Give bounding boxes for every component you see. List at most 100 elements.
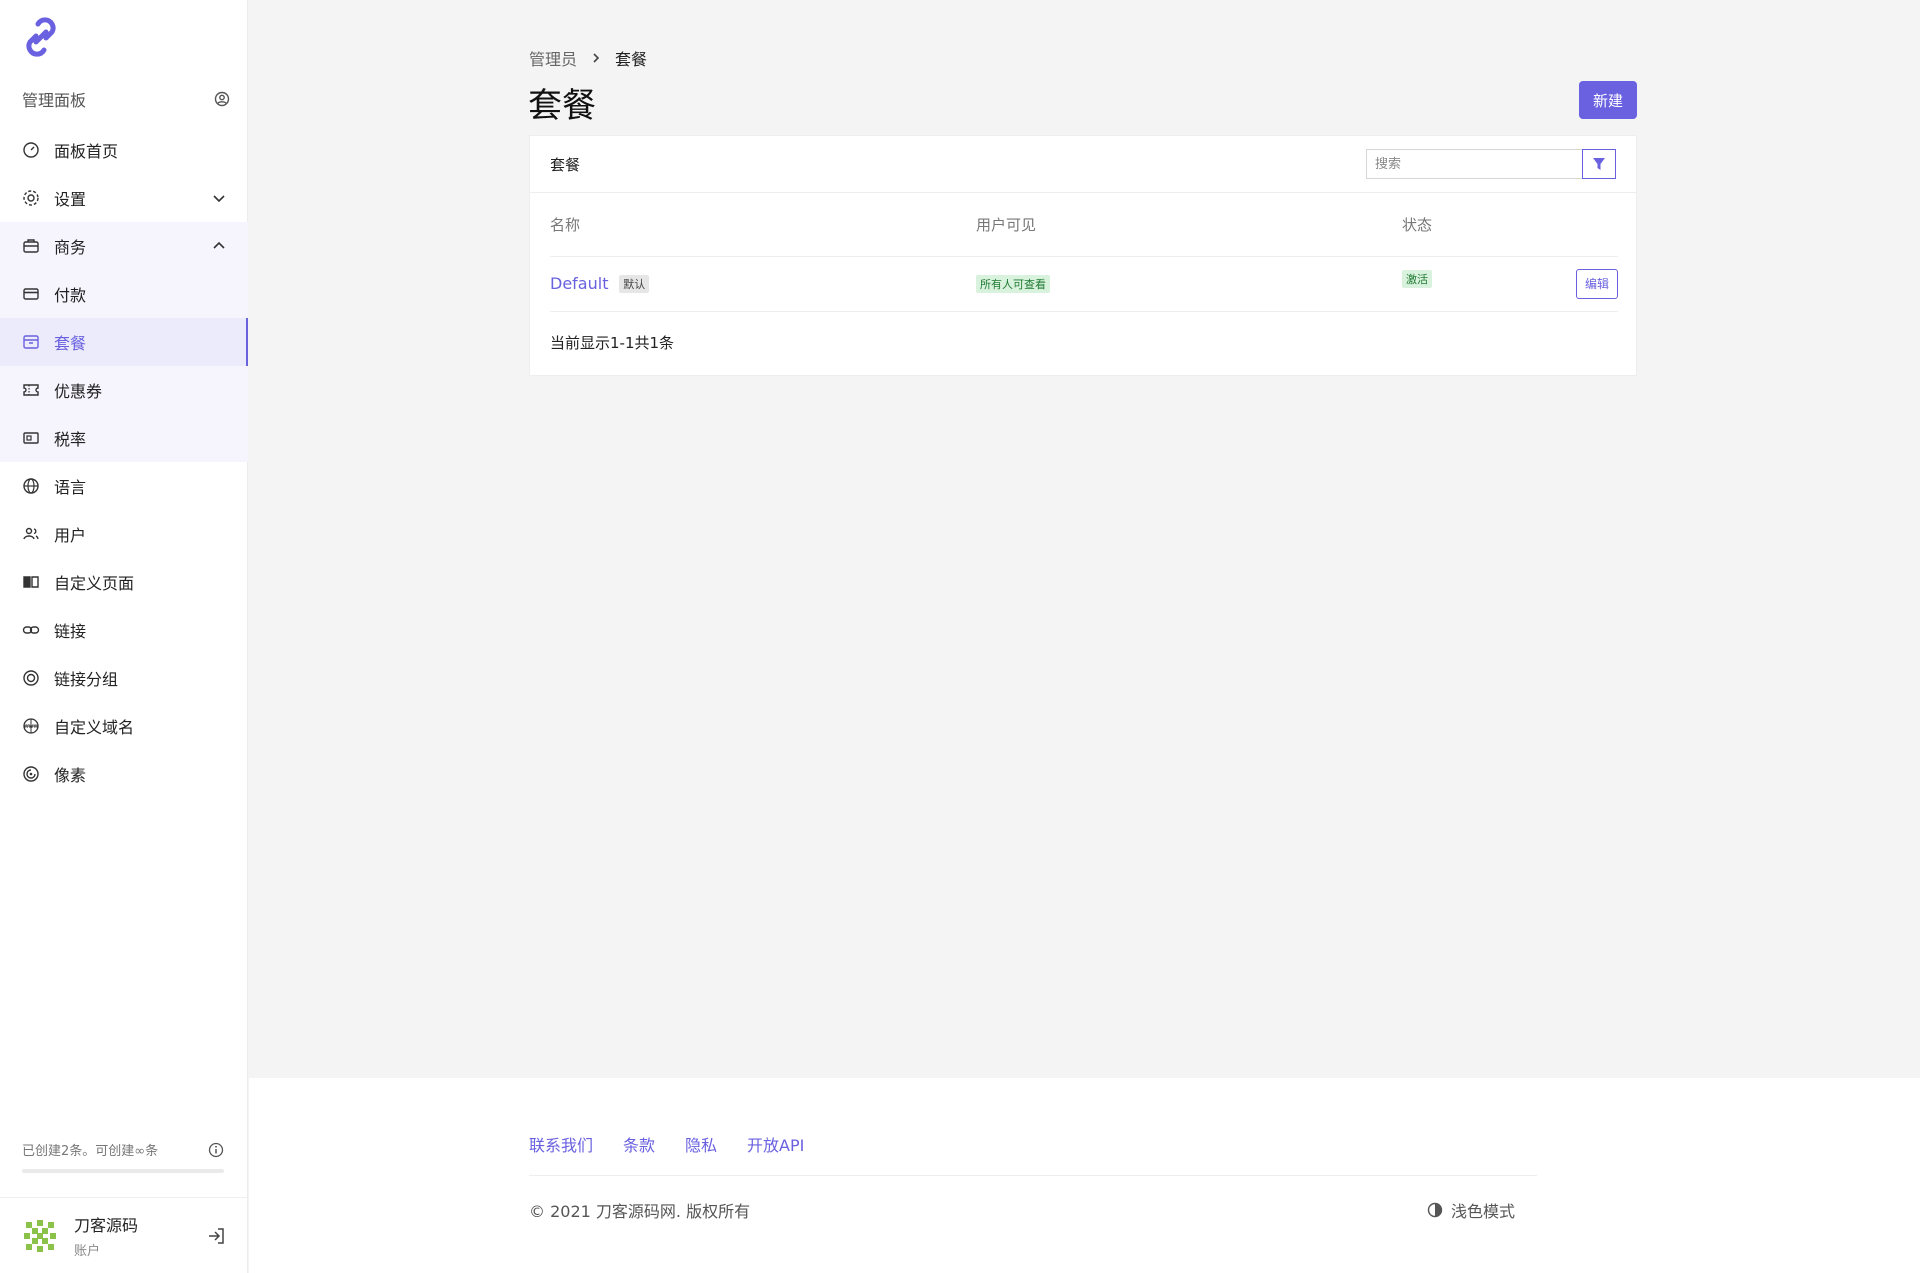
table-header-row: 名称 用户可见 状态 [550,193,1618,257]
sidebar-item-label: 税率 [54,430,87,449]
sidebar-item-link-groups[interactable]: 链接分组 [0,654,248,702]
target-icon [22,669,40,687]
footer-link-privacy[interactable]: 隐私 [685,1132,717,1156]
chevron-right-icon [591,52,601,64]
filter-icon [1593,158,1605,170]
user-name: 刀客源码 [74,1216,139,1235]
sidebar-item-label: 自定义页面 [54,574,135,593]
footer-link-contact[interactable]: 联系我们 [529,1132,593,1156]
breadcrumb-root-link[interactable]: 管理员 [529,46,577,70]
breadcrumb: 管理员 套餐 [529,46,647,70]
sidebar-item-settings[interactable]: 设置 [0,174,248,222]
dashboard-icon [22,141,40,159]
user-circle-icon[interactable] [214,91,230,107]
search-box [1366,149,1616,179]
filter-button[interactable] [1582,149,1616,179]
quota-text: 已创建2条。可创建∞条 [22,1144,159,1159]
search-input[interactable] [1366,149,1582,179]
user-account[interactable]: 刀客源码 账户 [0,1197,248,1273]
domain-icon: WWW [22,717,40,735]
card-header: 套餐 [530,136,1636,193]
user-role: 账户 [74,1244,101,1259]
link-quota: 已创建2条。可创建∞条 [22,1140,224,1173]
copyright: © 2021 刀客源码网. 版权所有 [529,1202,751,1221]
sidebar-item-label: 付款 [54,286,87,305]
logout-icon[interactable] [206,1226,226,1246]
gear-icon [22,189,40,207]
credit-card-icon [22,285,40,303]
sidebar: 管理面板 面板首页 设置 商务 付款 套餐 优惠券 税率 语言 用户 自定义页面… [0,0,248,1273]
sidebar-item-payments[interactable]: 付款 [0,270,248,318]
plan-name-cell: Default 默认 [550,256,976,312]
plans-table: 名称 用户可见 状态 Default 默认 所有人可查看 激活 编辑 [550,193,1618,312]
sidebar-item-label: 语言 [54,478,87,497]
sidebar-item-label: 链接 [54,622,87,641]
ticket-icon [22,381,40,399]
sidebar-item-users[interactable]: 用户 [0,510,248,558]
default-badge: 默认 [619,275,650,294]
globe-icon [22,477,40,495]
sidebar-item-languages[interactable]: 语言 [0,462,248,510]
sidebar-item-label: 链接分组 [54,670,119,689]
sidebar-nav: 面板首页 设置 商务 付款 套餐 优惠券 税率 语言 用户 自定义页面 链接 链… [0,126,248,798]
package-icon [22,333,40,351]
sidebar-item-custom-domains[interactable]: WWW 自定义域名 [0,702,248,750]
info-icon[interactable] [208,1142,224,1158]
breadcrumb-current: 套餐 [615,50,648,69]
logo-icon[interactable] [18,14,64,60]
footer: 联系我们 条款 隐私 开放API © 2021 刀客源码网. 版权所有 浅色模式 [249,1078,1920,1273]
sidebar-item-plans[interactable]: 套餐 [0,318,248,366]
column-header-visibility: 用户可见 [976,193,1402,257]
sidebar-item-label: 设置 [54,190,87,209]
tax-icon [22,429,40,447]
svg-text:WWW: WWW [24,724,39,730]
sidebar-item-tax-rates[interactable]: 税率 [0,414,248,462]
footer-link-api[interactable]: 开放API [747,1132,804,1156]
sidebar-item-coupons[interactable]: 优惠券 [0,366,248,414]
avatar[interactable] [22,1217,58,1254]
footer-divider [529,1175,1537,1176]
sidebar-item-label: 商务 [54,238,87,257]
new-plan-button[interactable]: 新建 [1579,81,1637,119]
sidebar-header-label: 管理面板 [22,91,87,110]
theme-toggle[interactable]: 浅色模式 [1427,1198,1515,1222]
sidebar-item-label: 面板首页 [54,142,119,161]
edit-plan-button[interactable]: 编辑 [1575,268,1618,299]
sidebar-group-business: 商务 付款 套餐 优惠券 税率 [0,222,248,462]
briefcase-icon [22,237,40,255]
sidebar-item-links[interactable]: 链接 [0,606,248,654]
sidebar-item-business[interactable]: 商务 [0,222,248,270]
pixel-icon [22,765,40,783]
link-icon [22,621,40,639]
sidebar-item-label: 自定义域名 [54,718,135,737]
footer-link-terms[interactable]: 条款 [623,1132,655,1156]
plan-status-cell: 激活 编辑 [1402,256,1618,312]
footer-links: 联系我们 条款 隐私 开放API [529,1132,804,1156]
quota-progress-bar [22,1169,224,1173]
page-title: 套餐 [528,86,596,126]
chevron-up-icon [212,239,226,253]
chevron-down-icon [212,191,226,205]
sidebar-item-label: 像素 [54,766,87,785]
plan-name-link[interactable]: Default [550,274,608,293]
column-header-name: 名称 [550,193,976,257]
card-title: 套餐 [550,155,581,174]
user-info: 刀客源码 账户 [74,1212,206,1259]
sidebar-item-pixels[interactable]: 像素 [0,750,248,798]
book-icon [22,573,40,591]
column-header-status: 状态 [1402,193,1618,257]
sidebar-item-dashboard[interactable]: 面板首页 [0,126,248,174]
sidebar-item-label: 用户 [54,526,87,545]
status-badge: 激活 [1402,269,1432,288]
users-icon [22,525,40,543]
visibility-badge: 所有人可查看 [976,275,1050,293]
plans-card: 套餐 名称 用户可见 状态 Default 默认 [529,135,1637,376]
contrast-icon [1427,1202,1443,1218]
sidebar-header: 管理面板 [22,86,230,112]
sidebar-item-label: 优惠券 [54,382,103,401]
sidebar-item-custom-pages[interactable]: 自定义页面 [0,558,248,606]
sidebar-item-label: 套餐 [54,334,87,353]
plan-visibility-cell: 所有人可查看 [976,256,1402,312]
theme-toggle-label: 浅色模式 [1451,1202,1516,1221]
pagination-info: 当前显示1-1共1条 [550,333,675,352]
